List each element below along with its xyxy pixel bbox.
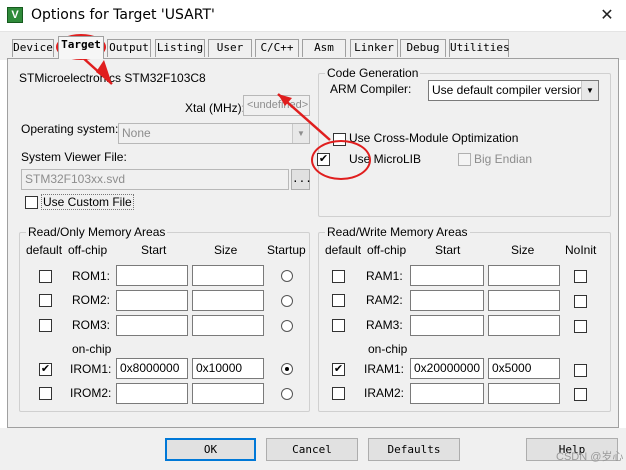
tab-target[interactable]: Target bbox=[58, 36, 104, 59]
annotation-arrow-head-1 bbox=[96, 60, 112, 84]
annotation-arrows bbox=[81, 56, 331, 141]
